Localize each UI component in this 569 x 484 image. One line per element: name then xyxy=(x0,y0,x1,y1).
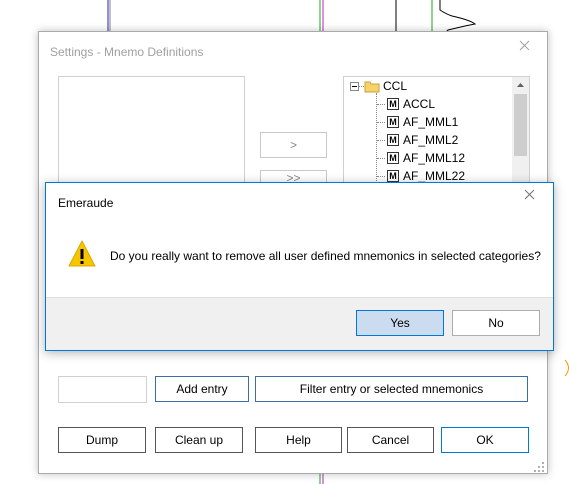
tree-root-ccl[interactable]: CCL xyxy=(364,77,407,95)
yes-button[interactable]: Yes xyxy=(356,310,444,336)
tree-item-accl[interactable]: M ACCL xyxy=(377,95,435,113)
clean-up-label: Clean up xyxy=(174,433,224,447)
filter-label: Filter entry or selected mnemonics xyxy=(299,382,484,396)
tree-item-af-mml2[interactable]: M AF_MML2 xyxy=(377,131,458,149)
dump-button[interactable]: Dump xyxy=(58,427,146,453)
help-label: Help xyxy=(286,433,311,447)
tree-connector xyxy=(377,175,385,177)
settings-title: Settings - Mnemo Definitions xyxy=(50,45,204,59)
tree-item-label: AF_MML2 xyxy=(403,133,459,147)
tree-item-af-mml12[interactable]: M AF_MML12 xyxy=(377,149,465,167)
dialog-message: Do you really want to remove all user de… xyxy=(110,249,541,263)
tree-root-label: CCL xyxy=(383,79,408,93)
add-entry-label: Add entry xyxy=(176,382,228,396)
warning-icon xyxy=(67,239,97,269)
clean-up-button[interactable]: Clean up xyxy=(155,427,243,453)
mnemonic-icon: M xyxy=(387,98,399,110)
tree-item-label: AF_MML1 xyxy=(403,115,459,129)
move-right-label: > xyxy=(289,138,297,152)
cancel-label: Cancel xyxy=(371,433,410,447)
entry-input[interactable] xyxy=(58,376,147,403)
help-button[interactable]: Help xyxy=(255,427,342,453)
ok-label: OK xyxy=(476,433,494,447)
tree-item-label: AF_MML12 xyxy=(403,151,466,165)
left-listbox[interactable] xyxy=(58,76,245,186)
cancel-button[interactable]: Cancel xyxy=(347,427,434,453)
tree-connector xyxy=(377,139,385,141)
mnemonic-icon: M xyxy=(387,170,399,182)
tree-connector xyxy=(377,157,385,159)
no-button[interactable]: No xyxy=(452,310,540,336)
folder-icon xyxy=(364,81,380,93)
dump-label: Dump xyxy=(85,433,118,447)
scroll-up-arrow-icon[interactable] xyxy=(512,77,529,94)
tree-item-label: ACCL xyxy=(403,97,436,111)
mnemonic-icon: M xyxy=(387,134,399,146)
dialog-close-icon[interactable] xyxy=(521,186,539,204)
tree-scrollbar[interactable] xyxy=(512,77,529,185)
tree-connector xyxy=(377,121,385,123)
mnemonic-tree[interactable]: CCL M ACCL M AF_MML1 M AF_MML2 M AF_MML1… xyxy=(343,76,530,186)
mnemonic-icon: M xyxy=(387,116,399,128)
resize-grip-icon[interactable] xyxy=(533,461,545,473)
tree-item-label: AF_MML22 xyxy=(403,169,466,183)
filter-button[interactable]: Filter entry or selected mnemonics xyxy=(255,376,528,402)
settings-close-icon[interactable] xyxy=(516,37,534,55)
move-right-button[interactable]: > xyxy=(260,132,327,158)
collapse-icon[interactable] xyxy=(350,82,359,91)
yes-label: Yes xyxy=(390,316,410,330)
dialog-title: Emeraude xyxy=(58,196,114,210)
scroll-thumb[interactable] xyxy=(514,94,527,156)
tree-connector xyxy=(377,103,385,105)
confirm-dialog: Emeraude Do you really want to remove al… xyxy=(45,182,554,351)
no-label: No xyxy=(488,316,504,330)
ok-button[interactable]: OK xyxy=(441,427,529,453)
add-entry-button[interactable]: Add entry xyxy=(155,376,249,402)
mnemonic-icon: M xyxy=(387,152,399,164)
tree-item-af-mml1[interactable]: M AF_MML1 xyxy=(377,113,458,131)
